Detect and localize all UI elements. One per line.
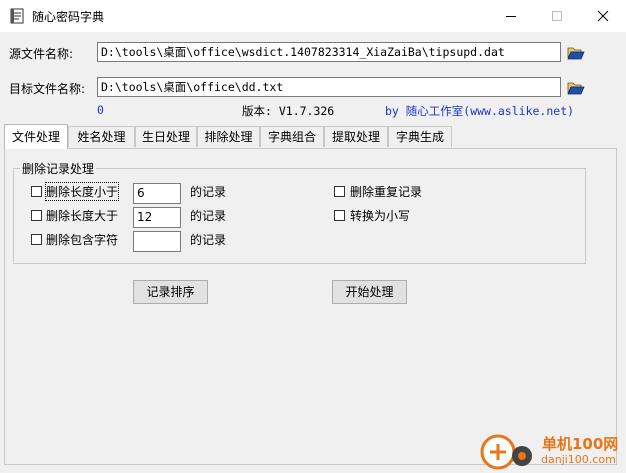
- target-file-label: 目标文件名称:: [9, 82, 86, 96]
- window-title: 随心密码字典: [32, 10, 105, 24]
- maximize-icon: [551, 10, 562, 21]
- delete-shorter-label[interactable]: 删除长度小于: [44, 182, 120, 201]
- min-length-input[interactable]: 6: [133, 183, 181, 204]
- tab-birthday-process[interactable]: 生日处理: [135, 126, 197, 147]
- sort-records-button[interactable]: 记录排序: [133, 280, 208, 304]
- source-file-label: 源文件名称:: [9, 47, 74, 61]
- close-icon: [597, 10, 609, 22]
- watermark-logo-icon: [480, 434, 532, 470]
- start-process-button[interactable]: 开始处理: [332, 280, 407, 304]
- close-button[interactable]: [580, 0, 626, 32]
- target-file-input[interactable]: D:\tools\桌面\office\dd.txt: [97, 77, 561, 97]
- tab-dict-generate[interactable]: 字典生成: [388, 126, 452, 147]
- delete-contains-checkbox[interactable]: [31, 234, 42, 245]
- contains-chars-input[interactable]: [133, 231, 181, 252]
- delete-longer-label[interactable]: 删除长度大于: [46, 207, 118, 224]
- target-folder-open-icon[interactable]: [567, 81, 585, 95]
- app-icon: [10, 8, 24, 24]
- longer-suffix: 的记录: [190, 209, 227, 223]
- shorter-suffix: 的记录: [190, 185, 227, 199]
- author-link[interactable]: by 随心工作室(www.aslike.net): [385, 103, 574, 119]
- maximize-button: [534, 0, 580, 32]
- record-count: 0: [97, 103, 104, 117]
- tab-extract-process[interactable]: 提取处理: [324, 126, 388, 147]
- watermark-name: 单机100网: [542, 435, 619, 453]
- minimize-button[interactable]: [488, 0, 534, 32]
- contains-suffix: 的记录: [190, 233, 227, 247]
- delete-longer-checkbox[interactable]: [31, 210, 42, 221]
- minimize-icon: [505, 15, 516, 17]
- to-lowercase-label[interactable]: 转换为小写: [350, 207, 410, 224]
- tab-name-process[interactable]: 姓名处理: [68, 126, 135, 147]
- group-title: 删除记录处理: [20, 160, 97, 177]
- delete-duplicates-checkbox[interactable]: [334, 186, 345, 197]
- tab-dict-combine[interactable]: 字典组合: [260, 126, 324, 147]
- tab-file-process[interactable]: 文件处理: [4, 124, 68, 149]
- version-label: 版本: V1.7.326: [242, 104, 335, 118]
- source-file-input[interactable]: D:\tools\桌面\office\wsdict.1407823314_Xia…: [97, 42, 561, 62]
- delete-contains-label[interactable]: 删除包含字符: [46, 231, 118, 248]
- tab-exclude-process[interactable]: 排除处理: [197, 126, 260, 147]
- max-length-input[interactable]: 12: [133, 207, 181, 228]
- delete-shorter-checkbox[interactable]: [31, 186, 42, 197]
- source-folder-open-icon[interactable]: [567, 46, 585, 60]
- delete-duplicates-label[interactable]: 删除重复记录: [350, 183, 422, 200]
- watermark-url: danji100.com: [541, 453, 616, 466]
- to-lowercase-checkbox[interactable]: [334, 210, 345, 221]
